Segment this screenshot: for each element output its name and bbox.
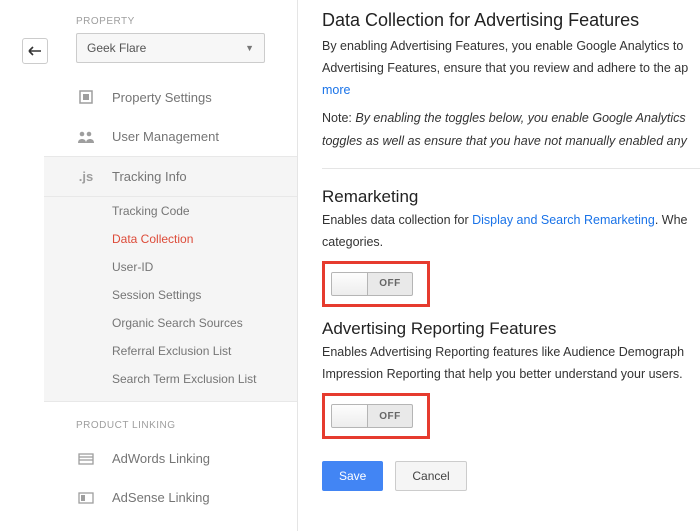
remarketing-desc-a: Enables data collection for xyxy=(322,213,472,227)
tracking-info-subnav: Tracking Code Data Collection User-ID Se… xyxy=(44,197,297,402)
property-settings-icon xyxy=(76,89,96,105)
sidebar: PROPERTY Geek Flare ▼ Property Settings … xyxy=(44,0,298,531)
js-icon: .js xyxy=(76,169,96,184)
toggle-label: OFF xyxy=(368,405,412,427)
property-selector-value: Geek Flare xyxy=(87,41,146,55)
sub-session-settings[interactable]: Session Settings xyxy=(44,281,297,309)
page-title: Data Collection for Advertising Features xyxy=(322,10,700,31)
intro-text-2: Advertising Features, ensure that you re… xyxy=(322,59,700,77)
more-link[interactable]: more xyxy=(322,83,350,97)
content-area: Data Collection for Advertising Features… xyxy=(322,0,700,491)
remarketing-link[interactable]: Display and Search Remarketing xyxy=(472,213,655,227)
arf-desc-2: Impression Reporting that help you bette… xyxy=(322,365,700,383)
intro-text-1: By enabling Advertising Features, you en… xyxy=(322,37,700,55)
nav-property-settings[interactable]: Property Settings xyxy=(44,77,297,117)
adsense-icon xyxy=(76,491,96,505)
remarketing-desc: Enables data collection for Display and … xyxy=(322,211,700,229)
property-section-label: PROPERTY xyxy=(44,10,297,33)
arf-toggle-highlight: OFF xyxy=(322,393,430,439)
nav-item-label: Tracking Info xyxy=(112,169,187,184)
cancel-button[interactable]: Cancel xyxy=(395,461,466,491)
note-text: Note: By enabling the toggles below, you… xyxy=(322,109,700,127)
nav-item-label: AdSense Linking xyxy=(112,490,210,505)
nav-item-label: Property Settings xyxy=(112,90,212,105)
chevron-down-icon: ▼ xyxy=(245,43,254,53)
save-button[interactable]: Save xyxy=(322,461,383,491)
sub-referral-exclusion[interactable]: Referral Exclusion List xyxy=(44,337,297,365)
note-prefix: Note: xyxy=(322,111,355,125)
back-arrow-icon xyxy=(28,46,42,56)
toggle-knob xyxy=(332,273,368,295)
adwords-icon xyxy=(76,452,96,466)
remarketing-toggle-highlight: OFF xyxy=(322,261,430,307)
toggle-label: OFF xyxy=(368,273,412,295)
sub-user-id[interactable]: User-ID xyxy=(44,253,297,281)
arf-desc-1: Enables Advertising Reporting features l… xyxy=(322,343,700,361)
divider xyxy=(322,168,700,169)
sub-organic-sources[interactable]: Organic Search Sources xyxy=(44,309,297,337)
remarketing-title: Remarketing xyxy=(322,187,700,207)
action-buttons: Save Cancel xyxy=(322,461,700,491)
product-linking-label: PRODUCT LINKING xyxy=(44,402,297,439)
remarketing-toggle[interactable]: OFF xyxy=(331,272,413,296)
note-line-1: By enabling the toggles below, you enabl… xyxy=(355,111,685,125)
nav-tracking-info[interactable]: .js Tracking Info xyxy=(44,156,297,197)
nav-adsense-linking[interactable]: AdSense Linking xyxy=(44,478,297,517)
nav-user-management[interactable]: User Management xyxy=(44,117,297,156)
nav-item-label: AdWords Linking xyxy=(112,451,210,466)
note-line-2: toggles as well as ensure that you have … xyxy=(322,134,687,148)
sub-search-term-exclusion[interactable]: Search Term Exclusion List xyxy=(44,365,297,393)
remarketing-desc-2: categories. xyxy=(322,233,700,251)
nav-item-label: User Management xyxy=(112,129,219,144)
users-icon xyxy=(76,130,96,144)
property-selector[interactable]: Geek Flare ▼ xyxy=(76,33,265,63)
nav-adwords-linking[interactable]: AdWords Linking xyxy=(44,439,297,478)
sub-tracking-code[interactable]: Tracking Code xyxy=(44,197,297,225)
sub-data-collection[interactable]: Data Collection xyxy=(44,225,297,253)
remarketing-desc-b: . Whe xyxy=(655,213,688,227)
arf-toggle[interactable]: OFF xyxy=(331,404,413,428)
toggle-knob xyxy=(332,405,368,427)
arf-title: Advertising Reporting Features xyxy=(322,319,700,339)
